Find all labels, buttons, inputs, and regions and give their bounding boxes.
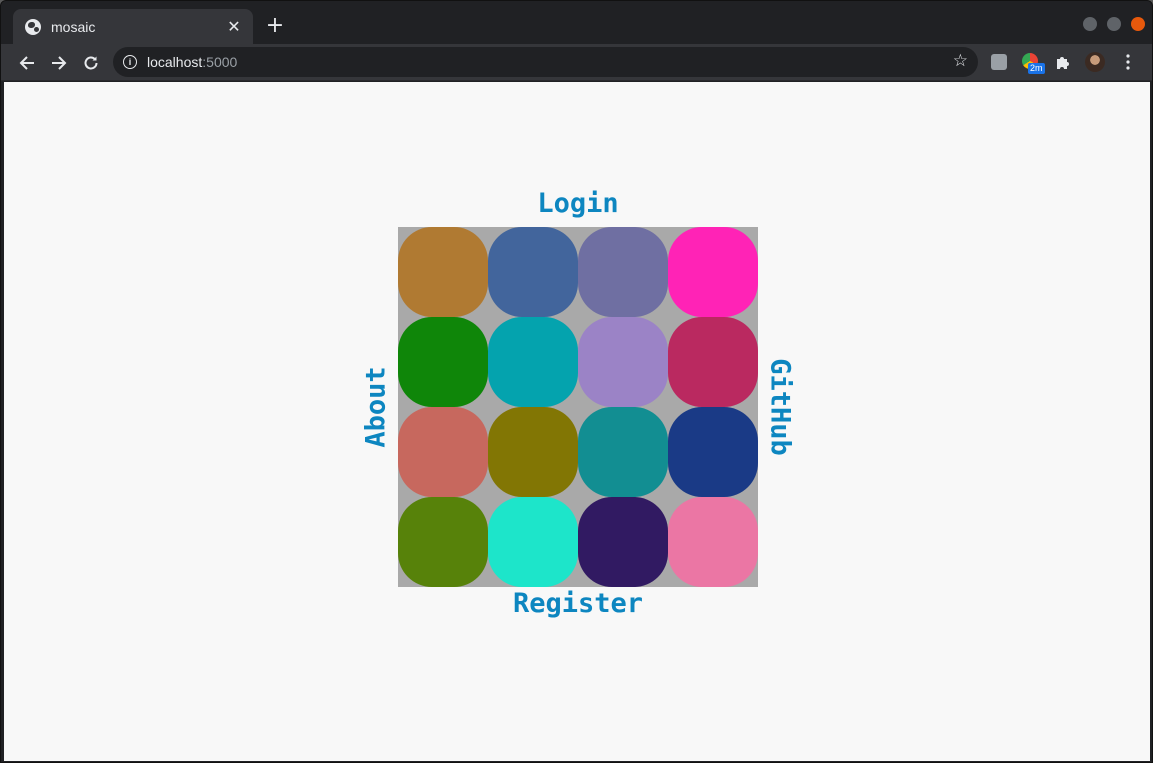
mosaic-tile[interactable] xyxy=(668,227,758,317)
arrow-right-icon xyxy=(52,56,67,70)
extension-badge: 2m xyxy=(1028,63,1045,74)
mosaic-tile[interactable] xyxy=(578,317,668,407)
url-port: :5000 xyxy=(202,54,238,70)
kebab-menu-icon xyxy=(1126,54,1130,70)
url-host: localhost xyxy=(147,54,203,70)
tab-strip: mosaic ✕ + xyxy=(1,1,1152,44)
login-link[interactable]: Login xyxy=(537,188,618,219)
minimize-button[interactable] xyxy=(1083,17,1097,31)
browser-menu-button[interactable] xyxy=(1118,52,1138,72)
globe-icon xyxy=(25,18,41,35)
mosaic-tile[interactable] xyxy=(398,227,488,317)
mosaic-tile[interactable] xyxy=(668,497,758,587)
reload-button[interactable] xyxy=(77,49,105,77)
about-link[interactable]: About xyxy=(361,366,392,447)
address-bar[interactable]: i localhost:5000 ☆ xyxy=(113,47,978,77)
mosaic-grid xyxy=(398,227,758,587)
mosaic-tile[interactable] xyxy=(488,227,578,317)
extensions-menu-button[interactable] xyxy=(1053,52,1073,72)
extension-1-button[interactable] xyxy=(989,52,1009,72)
mosaic-tile[interactable] xyxy=(488,317,578,407)
mosaic-tile[interactable] xyxy=(488,407,578,497)
tab-close-icon[interactable]: ✕ xyxy=(225,17,243,36)
url-text[interactable]: localhost:5000 xyxy=(147,54,237,70)
arrow-left-icon xyxy=(19,56,34,70)
tab-mosaic[interactable]: mosaic ✕ xyxy=(13,9,253,44)
mosaic-tile[interactable] xyxy=(398,497,488,587)
new-tab-button[interactable]: + xyxy=(263,14,287,38)
register-link[interactable]: Register xyxy=(513,588,643,619)
extension-icon xyxy=(991,54,1007,70)
mosaic-tile[interactable] xyxy=(488,497,578,587)
profile-button[interactable] xyxy=(1085,52,1105,72)
avatar xyxy=(1085,52,1105,72)
maximize-button[interactable] xyxy=(1107,17,1121,31)
mosaic-tile[interactable] xyxy=(578,497,668,587)
tab-title: mosaic xyxy=(51,18,96,35)
mosaic-tile[interactable] xyxy=(398,317,488,407)
mosaic-tile[interactable] xyxy=(578,407,668,497)
extension-2-button[interactable]: 2m xyxy=(1021,52,1045,74)
extension-chrome-icon: 2m xyxy=(1022,53,1045,74)
close-window-button[interactable] xyxy=(1131,17,1145,31)
mosaic-tile[interactable] xyxy=(578,227,668,317)
browser-window: mosaic ✕ + i localhost:5000 ☆ 2m Login A… xyxy=(0,0,1153,763)
reload-icon xyxy=(84,56,98,70)
forward-button[interactable] xyxy=(45,49,73,77)
github-link[interactable]: GitHub xyxy=(765,358,796,456)
puzzle-icon xyxy=(1057,57,1069,69)
bookmark-star-icon[interactable]: ☆ xyxy=(953,51,968,71)
mosaic: Login About GitHub Register xyxy=(4,82,1150,761)
mosaic-tile[interactable] xyxy=(398,407,488,497)
mosaic-tile[interactable] xyxy=(668,317,758,407)
info-icon[interactable]: i xyxy=(123,55,137,69)
back-button[interactable] xyxy=(13,49,41,77)
page-viewport: Login About GitHub Register xyxy=(4,82,1150,761)
mosaic-tile[interactable] xyxy=(668,407,758,497)
browser-toolbar: i localhost:5000 ☆ 2m xyxy=(1,44,1152,81)
